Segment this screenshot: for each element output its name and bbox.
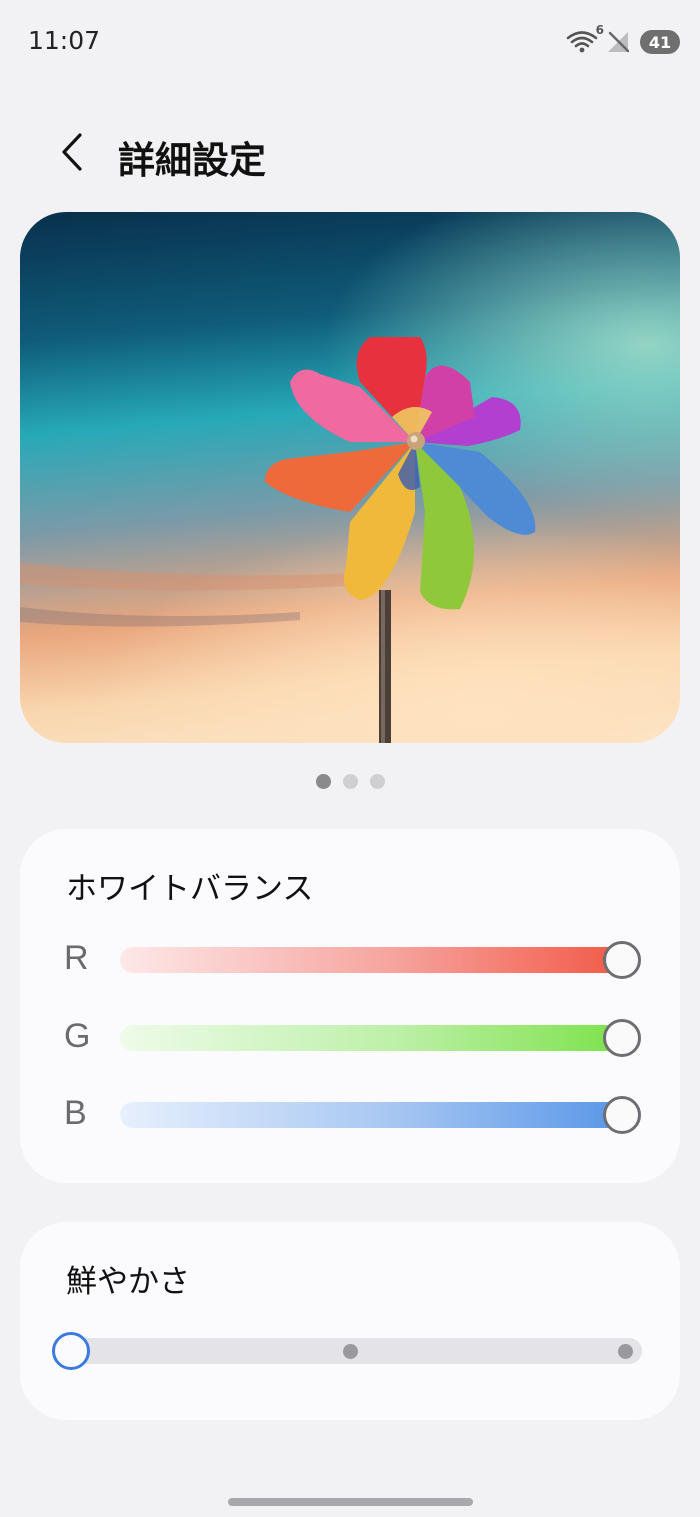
vividness-card: 鮮やかさ — [20, 1222, 680, 1420]
slider-label-r: R — [64, 939, 89, 977]
status-bar: 11:07 6 41 — [0, 0, 700, 84]
slider-label-g: G — [64, 1017, 91, 1055]
preview-image[interactable] — [20, 212, 680, 743]
home-indicator[interactable] — [228, 1498, 473, 1506]
blue-slider[interactable] — [120, 1102, 620, 1128]
red-slider-thumb[interactable] — [603, 941, 641, 979]
vividness-slider-thumb[interactable] — [52, 1332, 90, 1370]
vividness-title: 鮮やかさ — [66, 1264, 190, 1300]
white-balance-card: ホワイトバランス R G B — [20, 829, 680, 1183]
screen: 11:07 6 41 詳細設定 ホワイトバランス R G B 鮮やかさ — [0, 0, 700, 1517]
pinwheel-illustration — [20, 337, 536, 743]
vividness-slider[interactable] — [52, 1332, 642, 1370]
no-signal-icon — [606, 29, 632, 55]
green-slider[interactable] — [120, 1025, 620, 1051]
page-indicator[interactable] — [0, 774, 700, 789]
vividness-step[interactable] — [343, 1344, 358, 1359]
green-slider-thumb[interactable] — [603, 1019, 641, 1057]
slider-row-r: R — [20, 931, 680, 987]
white-balance-title: ホワイトバランス — [66, 871, 314, 907]
page-dot[interactable] — [369, 774, 385, 789]
page-dot[interactable] — [315, 774, 331, 789]
red-slider[interactable] — [120, 947, 620, 973]
blue-slider-thumb[interactable] — [603, 1096, 641, 1134]
status-time: 11:07 — [28, 26, 101, 55]
page-dot[interactable] — [342, 774, 358, 789]
slider-label-b: B — [64, 1094, 87, 1132]
chevron-left-icon — [62, 133, 82, 171]
slider-row-b: B — [20, 1086, 680, 1142]
wifi-badge: 6 — [595, 23, 604, 37]
battery-icon: 41 — [640, 30, 680, 54]
slider-row-g: G — [20, 1009, 680, 1065]
vividness-step[interactable] — [618, 1344, 633, 1359]
page-title: 詳細設定 — [118, 139, 266, 182]
status-icons: 6 41 — [566, 23, 680, 56]
wifi-icon: 6 — [566, 23, 604, 55]
back-button[interactable] — [44, 124, 100, 180]
header: 詳細設定 — [0, 118, 700, 188]
